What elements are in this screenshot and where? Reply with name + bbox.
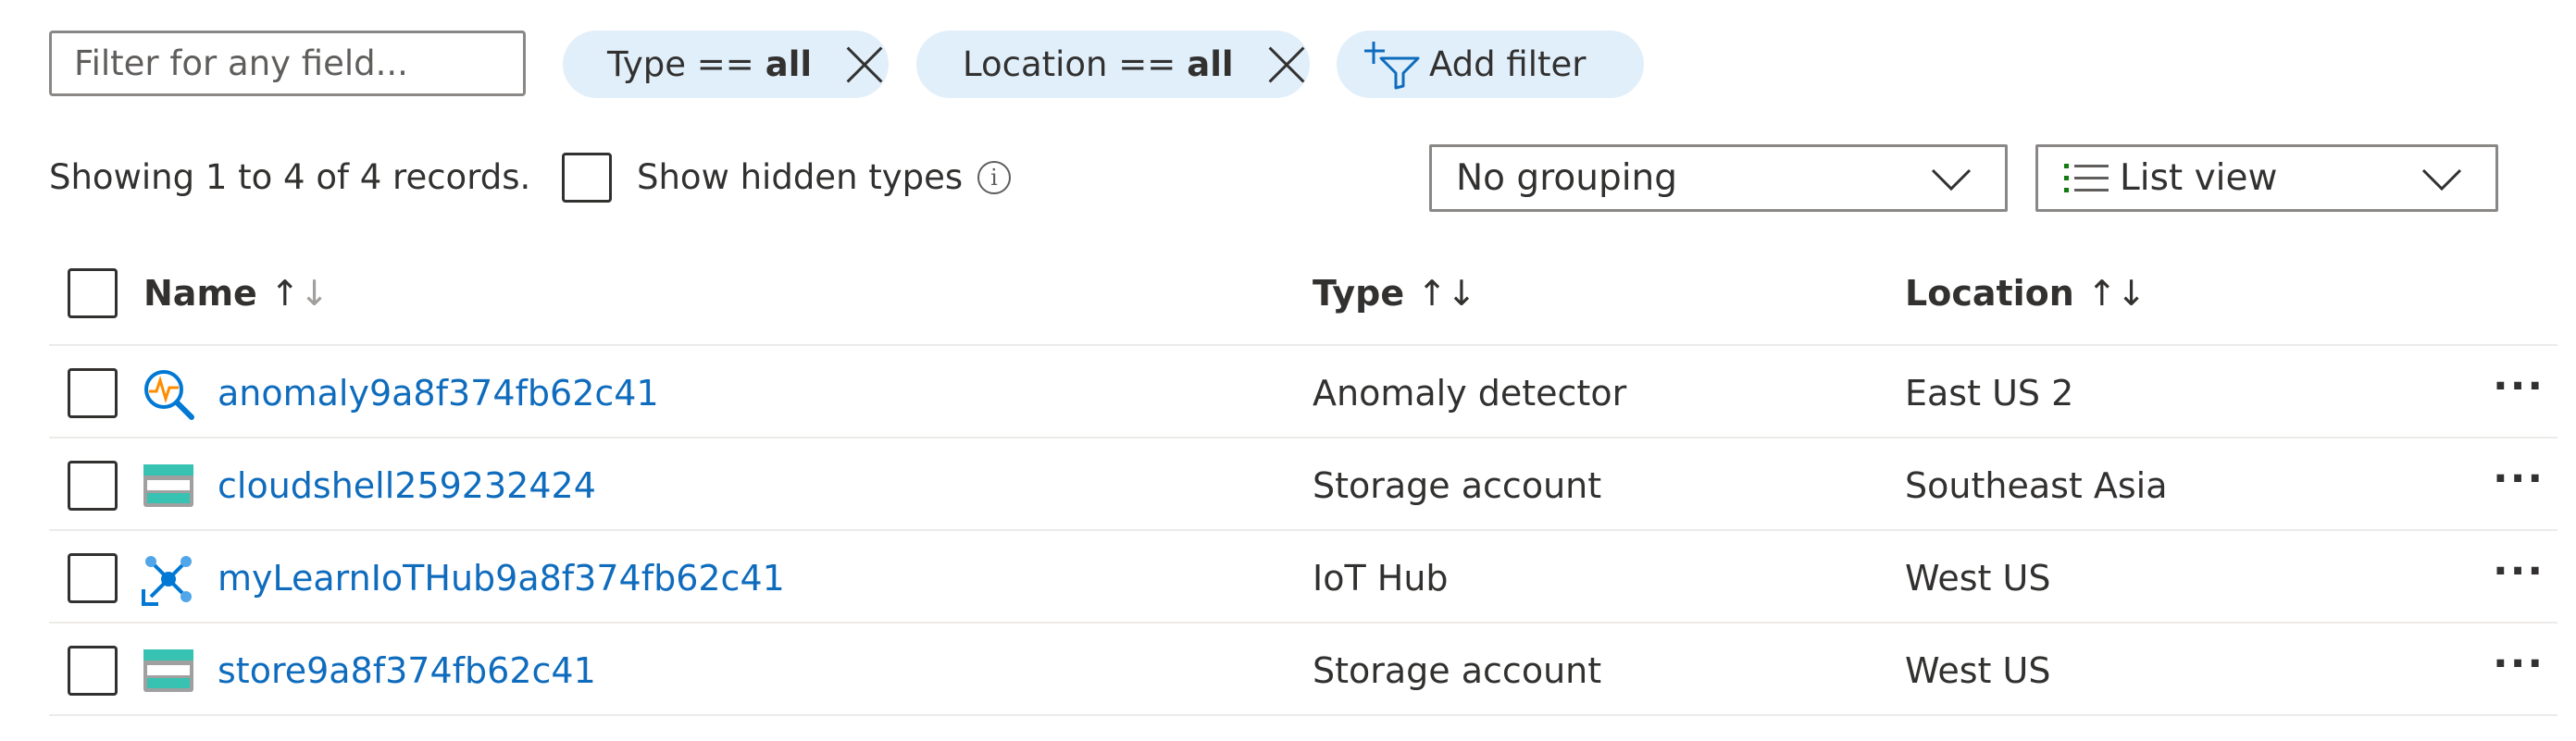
records-summary: Showing 1 to 4 of 4 records. <box>49 157 531 197</box>
show-hidden-types-checkbox[interactable] <box>562 153 612 203</box>
resource-location: West US <box>1905 650 2051 691</box>
close-icon[interactable] <box>845 45 884 84</box>
column-header-location[interactable]: Location ↑↓ <box>1905 273 2147 314</box>
resource-location: East US 2 <box>1905 373 2074 414</box>
column-header-type[interactable]: Type ↑↓ <box>1313 273 1476 314</box>
resource-name-link[interactable]: store9a8f374fb62c41 <box>218 650 596 691</box>
row-checkbox[interactable] <box>68 553 118 603</box>
more-options-icon[interactable]: ··· <box>2493 363 2545 410</box>
row-checkbox[interactable] <box>68 461 118 511</box>
location-filter-label: Location == <box>963 44 1176 84</box>
location-filter-value: all <box>1187 44 1234 84</box>
list-icon <box>2064 163 2109 192</box>
close-icon[interactable] <box>1267 45 1306 84</box>
sort-icon[interactable]: ↑↓ <box>1417 273 1476 314</box>
add-filter-button[interactable]: Add filter <box>1337 31 1644 98</box>
anomaly-detector-icon <box>144 370 194 420</box>
sort-icon[interactable]: ↑↓ <box>2087 273 2147 314</box>
storage-account-icon <box>143 649 193 692</box>
grouping-selected: No grouping <box>1456 157 1678 199</box>
sort-icon[interactable]: ↑↓ <box>270 273 330 314</box>
view-dropdown[interactable]: List view <box>2035 144 2498 212</box>
column-header-location-label: Location <box>1905 273 2074 314</box>
grouping-dropdown[interactable]: No grouping <box>1429 144 2008 212</box>
row-checkbox[interactable] <box>68 368 118 418</box>
type-filter-pill[interactable]: Type == all <box>563 31 889 98</box>
info-icon[interactable]: i <box>977 161 1011 194</box>
row-divider <box>49 437 2557 438</box>
row-divider <box>49 714 2557 716</box>
row-checkbox[interactable] <box>68 646 118 696</box>
type-filter-value: all <box>765 44 813 84</box>
more-options-icon[interactable]: ··· <box>2493 640 2545 687</box>
resource-name-link[interactable]: myLearnIoTHub9a8f374fb62c41 <box>218 558 785 599</box>
resource-type: IoT Hub <box>1313 558 1449 599</box>
column-header-type-label: Type <box>1313 273 1405 314</box>
resource-location: Southeast Asia <box>1905 465 2168 506</box>
select-all-checkbox[interactable] <box>68 268 118 318</box>
filter-input[interactable] <box>49 31 526 96</box>
more-options-icon[interactable]: ··· <box>2493 548 2545 595</box>
header-divider <box>49 344 2557 346</box>
resource-location: West US <box>1905 558 2051 599</box>
view-selected: List view <box>2120 157 2278 199</box>
resource-name-link[interactable]: cloudshell259232424 <box>218 465 596 506</box>
chevron-down-icon <box>1931 168 1972 191</box>
resource-type: Storage account <box>1313 650 1602 691</box>
add-filter-label: Add filter <box>1429 44 1587 84</box>
resource-name-link[interactable]: anomaly9a8f374fb62c41 <box>218 373 659 414</box>
resource-type: Anomaly detector <box>1313 373 1627 414</box>
column-header-name-label: Name <box>143 273 257 314</box>
add-filter-icon <box>1364 41 1420 89</box>
row-divider <box>49 529 2557 531</box>
type-filter-label: Type == <box>607 44 754 84</box>
show-hidden-types-label: Show hidden types <box>637 157 964 197</box>
chevron-down-icon <box>2421 168 2462 191</box>
more-options-icon[interactable]: ··· <box>2493 455 2545 502</box>
storage-account-icon <box>143 464 193 507</box>
iot-hub-icon <box>142 556 192 606</box>
column-header-name[interactable]: Name ↑↓ <box>143 273 330 314</box>
location-filter-pill[interactable]: Location == all <box>916 31 1310 98</box>
row-divider <box>49 622 2557 624</box>
resource-type: Storage account <box>1313 465 1602 506</box>
